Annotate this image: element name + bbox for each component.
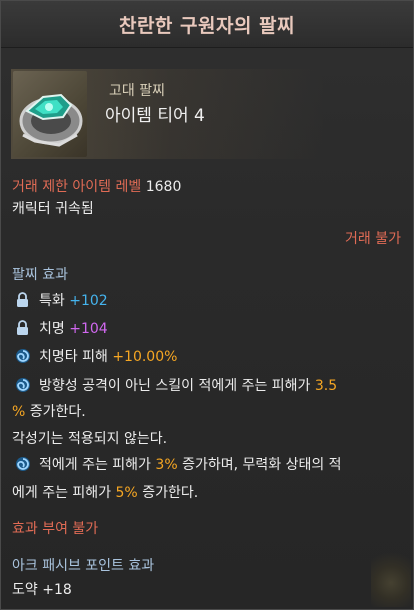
- stat-name: 치명: [39, 321, 65, 337]
- trade-status: 거래 불가: [345, 231, 401, 247]
- item-tooltip: 찬란한 구원자의 팔찌 고대 팔찌 아이템 티어 4 거래 제한 아이템 레벨 …: [0, 0, 414, 610]
- item-title: 찬란한 구원자의 팔찌: [1, 1, 413, 48]
- trade-level-value: 1680: [145, 179, 182, 195]
- swirl-icon: [16, 349, 30, 363]
- enemy-dmg-prefix: 적에게 주는 피해가: [39, 457, 151, 473]
- enemy-dmg-prefix2: 에게 주는 피해가: [12, 485, 112, 501]
- crit-damage-row: 치명타 피해 +10.00%: [39, 346, 177, 366]
- rune-decoration: [371, 547, 411, 607]
- no-effect-status: 효과 부여 불가: [12, 521, 99, 537]
- lock-icon: [17, 292, 28, 307]
- crit-damage-value: +10.00%: [112, 349, 178, 365]
- enemy-dmg-line2: 에게 주는 피해가 5% 증가한다.: [12, 482, 198, 502]
- directional-line2: % 증가한다.: [12, 401, 86, 421]
- directional-unit: %: [12, 404, 26, 420]
- ark-passive-value: 도약 +18: [12, 582, 72, 598]
- item-grade: 고대 팔찌: [109, 83, 165, 99]
- enemy-dmg-value: 3%: [155, 457, 178, 473]
- enemy-dmg-value2: 5%: [115, 485, 138, 501]
- bind-status: 캐릭터 귀속됨: [12, 201, 94, 217]
- lock-icon: [17, 320, 28, 335]
- ark-passive-heading: 아크 패시브 포인트 효과: [12, 558, 155, 574]
- enemy-dmg-suffix: 증가하며, 무력화 상태의 적: [182, 457, 342, 473]
- bracelet-icon: [13, 71, 87, 157]
- swirl-icon: [16, 457, 30, 471]
- item-tier: 아이템 티어 4: [105, 106, 205, 126]
- bracelet-effect-heading: 팔찌 효과: [12, 267, 68, 283]
- stat-name: 특화: [39, 293, 65, 309]
- trade-level-label: 거래 제한 아이템 레벨: [12, 179, 142, 195]
- trade-level-row: 거래 제한 아이템 레벨 1680: [12, 176, 181, 196]
- enemy-dmg-line1: 적에게 주는 피해가 3% 증가하며, 무력화 상태의 적: [39, 454, 342, 474]
- stat-value: +104: [69, 321, 108, 337]
- directional-line1: 방향성 공격이 아닌 스킬이 적에게 주는 피해가 3.5: [39, 375, 337, 395]
- directional-prefix: 방향성 공격이 아닌 스킬이 적에게 주는 피해가: [39, 378, 311, 394]
- directional-suffix: 증가한다.: [29, 404, 86, 420]
- enemy-dmg-suffix2: 증가한다.: [142, 485, 199, 501]
- swirl-icon: [16, 378, 30, 392]
- stat-row-crit: 치명 +104: [39, 318, 108, 338]
- crit-damage-name: 치명타 피해: [39, 349, 108, 365]
- stat-value: +102: [69, 293, 108, 309]
- stat-row-specialization: 특화 +102: [39, 290, 108, 310]
- directional-value: 3.5: [314, 378, 338, 394]
- directional-line3: 각성기는 적용되지 않는다.: [12, 431, 168, 447]
